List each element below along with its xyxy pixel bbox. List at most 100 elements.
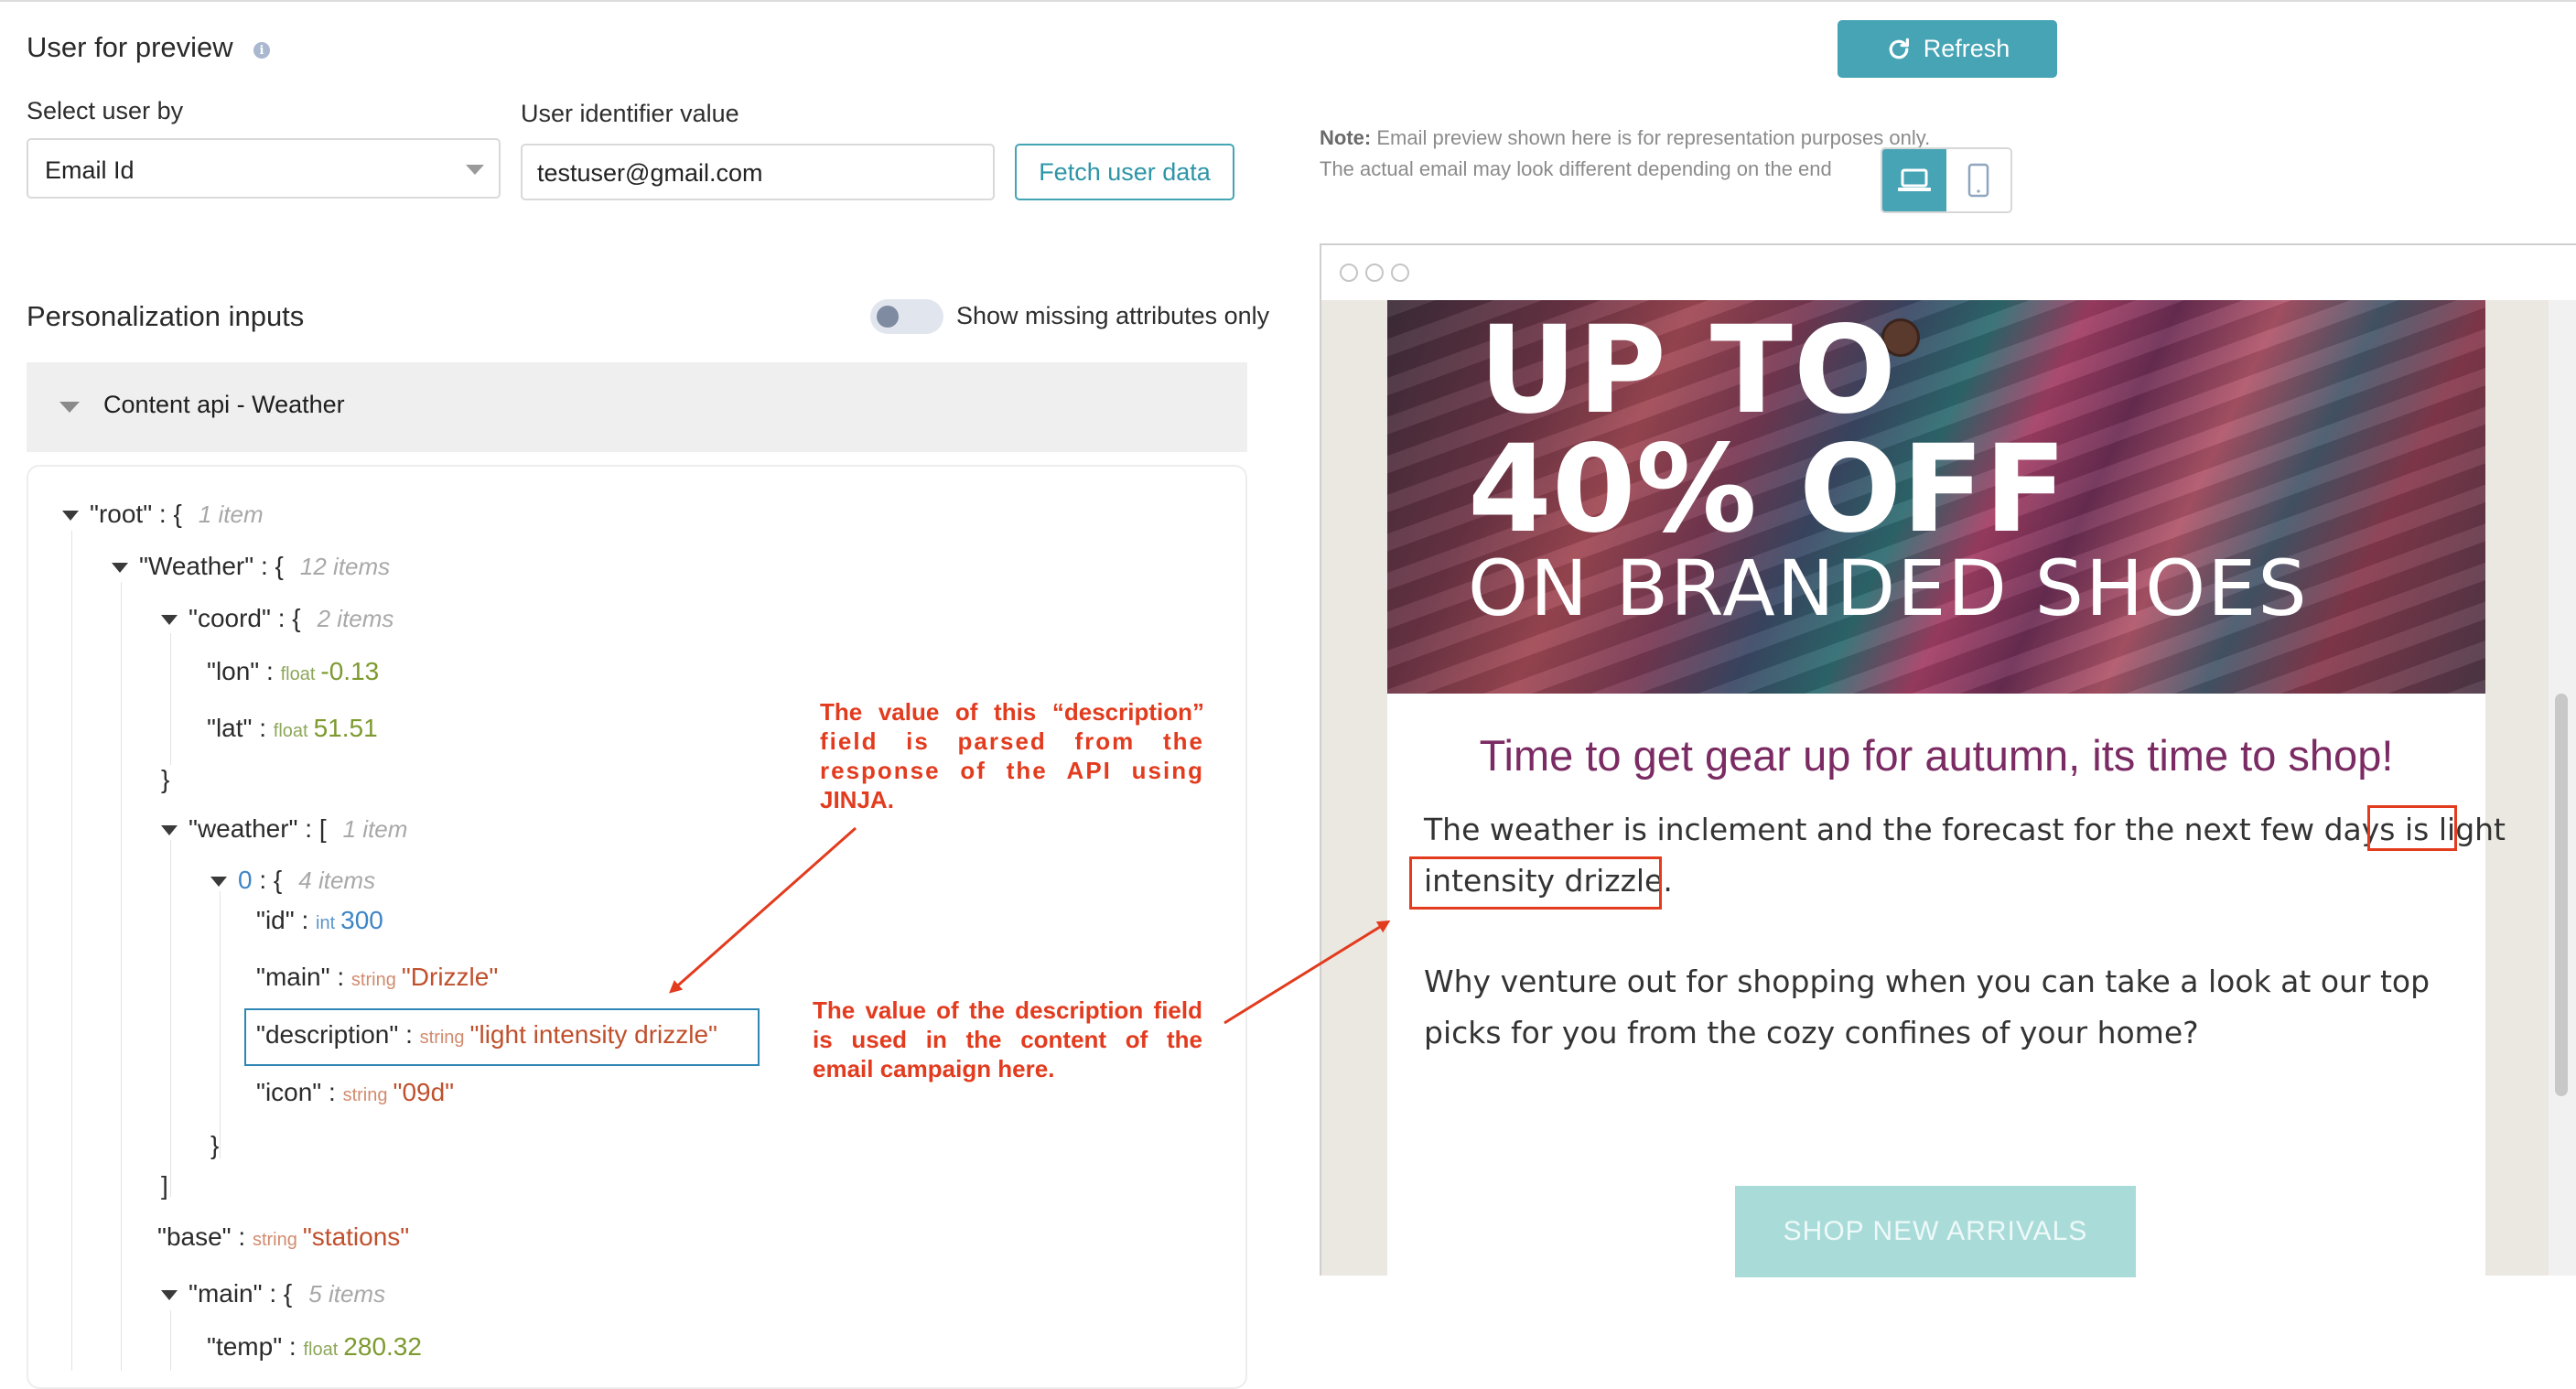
tree-row-main-obj[interactable]: "main" : {5 items	[161, 1279, 385, 1308]
tree-key: "temp"	[207, 1332, 283, 1361]
select-user-dropdown[interactable]: Email Id	[27, 138, 501, 199]
mobile-view-button[interactable]	[1946, 149, 2010, 211]
caret-down-icon	[112, 563, 128, 574]
tree-close-bracket: ]	[161, 1171, 168, 1200]
tree-row-weather-arr[interactable]: "weather" : [1 item	[161, 814, 407, 844]
tree-key: "lon"	[207, 657, 260, 685]
tree-guide	[170, 1310, 171, 1371]
desktop-view-button[interactable]	[1882, 149, 1946, 211]
note-line2: The actual email may look different depe…	[1320, 157, 1832, 180]
show-missing-label: Show missing attributes only	[956, 302, 1270, 329]
annotation-used: The value of the description field is us…	[813, 996, 1202, 1083]
caret-down-icon	[161, 615, 178, 626]
tree-row-temp: "temp" : float 280.32	[207, 1332, 422, 1361]
show-missing-toggle[interactable]	[870, 299, 943, 334]
annotation-line: is used in the content of the	[813, 1026, 1202, 1053]
tree-row-icon: "icon" : string "09d"	[256, 1078, 455, 1106]
tree-key: "icon"	[256, 1078, 322, 1106]
note-line1: Email preview shown here is for represen…	[1376, 126, 1931, 149]
tree-type: float	[303, 1340, 339, 1360]
user-identifier-input[interactable]: testuser@gmail.com	[521, 144, 995, 200]
mobile-phone-icon	[1967, 163, 1989, 198]
email-para2-line2: picks for you from the cozy confines of …	[1424, 1015, 2199, 1050]
caret-down-icon	[161, 1290, 178, 1301]
caret-down-icon	[210, 877, 227, 888]
accordion-content-api-weather[interactable]: Content api - Weather	[27, 362, 1247, 452]
email-body: Time to get gear up for autumn, its time…	[1387, 694, 2506, 1277]
tree-count: 1 item	[198, 501, 264, 528]
annotation-line: response of the API using	[820, 757, 1204, 784]
email-headline: Time to get gear up for autumn, its time…	[1479, 731, 2394, 780]
refresh-icon	[1889, 38, 1909, 59]
tree-row-lon: "lon" : float -0.13	[207, 657, 380, 685]
personalization-inputs-title: Personalization inputs	[27, 300, 305, 332]
tree-type: string	[419, 1028, 465, 1048]
preview-scrollbar[interactable]	[2549, 300, 2576, 1276]
tree-key: "coord"	[189, 604, 271, 632]
window-dot-icon	[1391, 264, 1409, 282]
preview-note: Note: Email preview shown here is for re…	[1320, 123, 1930, 185]
tree-value: -0.13	[320, 657, 380, 685]
laptop-icon	[1898, 168, 1931, 191]
tree-value: "light intensity drizzle"	[469, 1020, 717, 1049]
email-preview-frame: UP TO 40% OFF ON BRANDED SHOES Time to g…	[1320, 243, 2576, 1277]
tree-close-brace: }	[161, 765, 170, 793]
tree-row-main: "main" : string "Drizzle"	[256, 963, 499, 991]
user-identifier-value: testuser@gmail.com	[537, 159, 763, 187]
tree-key: "main"	[189, 1279, 263, 1308]
tree-row-coord[interactable]: "coord" : {2 items	[161, 604, 393, 633]
tree-type: string	[252, 1230, 297, 1250]
tree-key: "description"	[256, 1020, 399, 1049]
refresh-label: Refresh	[1923, 35, 2010, 62]
tree-type: float	[273, 721, 308, 741]
annotation-parsed: The value of this “description” field is…	[820, 697, 1204, 814]
annotation-line: The value of the description field	[813, 996, 1202, 1024]
caret-down-icon	[62, 511, 79, 522]
refresh-button[interactable]: Refresh	[1838, 20, 2057, 78]
tree-row-description: "description" : string "light intensity d…	[256, 1020, 717, 1049]
tree-key: "weather"	[189, 814, 298, 843]
top-divider	[0, 0, 2576, 2]
highlight-box-light	[2367, 805, 2457, 851]
note-bold: Note:	[1320, 126, 1372, 149]
tree-value: 280.32	[343, 1332, 422, 1361]
annotation-line: The value of this “description”	[820, 698, 1204, 726]
tree-guide	[220, 891, 221, 1158]
tree-key: "base"	[157, 1222, 232, 1251]
scroll-thumb[interactable]	[2555, 694, 2568, 1096]
para1-text: The weather is inclement and the forecas…	[1424, 812, 2430, 847]
user-identifier-label: User identifier value	[521, 100, 739, 127]
tree-count: 12 items	[299, 553, 391, 580]
select-user-value: Email Id	[45, 156, 135, 184]
tree-guide	[121, 582, 122, 1371]
hero-line-2: 40% OFF	[1468, 419, 2067, 560]
hero-banner: UP TO 40% OFF ON BRANDED SHOES	[1387, 300, 2485, 694]
accordion-title: Content api - Weather	[103, 391, 345, 418]
tree-row-id: "id" : int 300	[256, 906, 383, 934]
tree-key: "main"	[256, 963, 330, 991]
tree-row-root[interactable]: "root" : {1 item	[62, 500, 264, 529]
tree-guide	[170, 633, 171, 765]
tree-value: "Drizzle"	[401, 963, 499, 991]
tree-row-index-0[interactable]: 0 : {4 items	[210, 866, 375, 895]
hero-line-3: ON BRANDED SHOES	[1468, 544, 2309, 633]
tree-row-lat: "lat" : float 51.51	[207, 714, 378, 742]
tree-row-weather-obj[interactable]: "Weather" : {12 items	[112, 552, 390, 581]
device-toggle	[1881, 147, 2012, 213]
tree-key: 0	[238, 866, 253, 894]
tree-type: int	[316, 913, 336, 933]
tree-guide	[71, 531, 72, 1371]
tree-count: 1 item	[342, 815, 408, 843]
tree-key: "Weather"	[139, 552, 254, 580]
annotation-line: JINJA.	[820, 786, 894, 813]
tree-guide	[170, 840, 171, 1197]
tree-value: 300	[340, 906, 383, 934]
tree-count: 2 items	[317, 605, 394, 632]
fetch-user-data-button[interactable]: Fetch user data	[1015, 144, 1234, 200]
select-user-label: Select user by	[27, 97, 184, 124]
tree-type: string	[350, 970, 396, 990]
shop-new-arrivals-button[interactable]: SHOP NEW ARRIVALS	[1735, 1186, 2136, 1277]
tree-value: "stations"	[302, 1222, 410, 1251]
highlight-box-intensity	[1409, 856, 1662, 910]
info-icon[interactable]: i	[253, 42, 270, 59]
